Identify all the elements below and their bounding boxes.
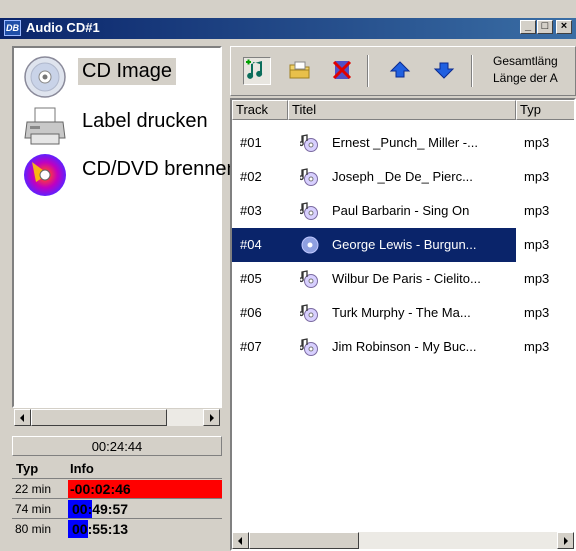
track-title: Ernest _Punch_ Miller -... xyxy=(332,135,478,150)
audio-file-icon xyxy=(300,338,318,356)
track-list: Track Titel Typ #01 Ernest _Punch_ Mille… xyxy=(230,98,576,551)
audio-file-icon xyxy=(300,270,318,288)
capacity-row: 74 min 00:49:57 xyxy=(12,498,222,518)
nav-item-cd-image[interactable]: CD Image xyxy=(14,50,220,98)
maximize-button[interactable]: □ xyxy=(537,20,553,34)
audio-file-icon xyxy=(300,134,318,152)
nav-item-label: CD Image xyxy=(78,58,177,85)
arrow-right-icon xyxy=(210,414,214,422)
track-type: mp3 xyxy=(524,305,550,320)
column-header-info: Info xyxy=(70,461,94,476)
scroll-right-button[interactable] xyxy=(557,532,574,549)
total-time: 00:24:44 xyxy=(12,436,222,456)
move-up-icon xyxy=(389,61,411,78)
track-number: #05 xyxy=(240,271,262,286)
track-type: mp3 xyxy=(524,135,550,150)
table-row[interactable]: #03 Paul Barbarin - Sing On mp3 xyxy=(232,194,574,228)
total-length-info: Gesamtläng Länge der A xyxy=(493,53,558,87)
move-down-button[interactable] xyxy=(431,57,459,85)
toolbar: Gesamtläng Länge der A xyxy=(230,46,576,96)
track-title: George Lewis - Burgun... xyxy=(288,228,516,262)
track-number: #02 xyxy=(240,169,262,184)
arrow-left-icon xyxy=(20,414,24,422)
scroll-thumb[interactable] xyxy=(249,532,359,549)
audio-file-icon xyxy=(300,202,318,220)
track-number: #01 xyxy=(240,135,262,150)
table-row[interactable]: #02 Joseph _De De_ Pierc... mp3 xyxy=(232,160,574,194)
track-title: Wilbur De Paris - Cielito... xyxy=(332,271,481,286)
toolbar-separator xyxy=(471,55,473,87)
toolbar-separator xyxy=(367,55,369,87)
capacity-row: 22 min -00:02:46 xyxy=(12,478,222,498)
app-icon[interactable]: DB xyxy=(4,20,21,36)
open-folder-icon xyxy=(289,61,310,79)
window-title: Audio CD#1 xyxy=(26,20,100,35)
delete-track-button[interactable] xyxy=(329,57,357,85)
audio-file-icon xyxy=(301,236,319,254)
nav-item-burn[interactable]: CD/DVD brennen xyxy=(14,148,238,196)
nav-list: CD Image Label drucken CD/DVD brennen xyxy=(12,46,238,408)
audio-file-icon xyxy=(300,168,318,186)
track-length-label: Länge der A xyxy=(493,71,558,85)
cd-disc-icon xyxy=(24,56,66,98)
total-length-label: Gesamtläng xyxy=(493,54,558,68)
track-title: Turk Murphy - The Ma... xyxy=(332,305,471,320)
capacity-value: 00:55:13 xyxy=(72,521,129,537)
capacity-table: Typ Info 22 min -00:02:46 74 min 00:49:5… xyxy=(12,458,222,538)
close-button[interactable]: × xyxy=(556,20,572,34)
column-header-title[interactable]: Titel xyxy=(288,100,516,120)
add-track-button[interactable] xyxy=(243,57,271,85)
title-bar[interactable]: DB Audio CD#1 _ □ × xyxy=(0,18,576,39)
burn-disc-icon xyxy=(24,154,66,196)
minimize-button[interactable]: _ xyxy=(520,20,536,34)
track-type: mp3 xyxy=(524,271,550,286)
open-folder-button[interactable] xyxy=(287,57,315,85)
table-row[interactable]: #06 Turk Murphy - The Ma... mp3 xyxy=(232,296,574,330)
nav-item-label: CD/DVD brennen xyxy=(82,158,238,180)
nav-horizontal-scrollbar[interactable] xyxy=(14,409,220,426)
arrow-left-icon xyxy=(238,537,242,545)
arrow-right-icon xyxy=(564,537,568,545)
capacity-table-header: Typ Info xyxy=(12,458,222,478)
track-title: Jim Robinson - My Buc... xyxy=(332,339,477,354)
table-row[interactable]: #01 Ernest _Punch_ Miller -... mp3 xyxy=(232,126,574,160)
track-number: #04 xyxy=(232,228,288,262)
capacity-type: 74 min xyxy=(15,502,52,516)
move-up-button[interactable] xyxy=(387,57,415,85)
nav-item-label: Label drucken xyxy=(82,110,208,132)
track-type: mp3 xyxy=(524,237,550,252)
track-type: mp3 xyxy=(524,169,550,184)
audio-file-icon xyxy=(300,304,318,322)
capacity-bar: -00:02:46 xyxy=(68,480,222,498)
capacity-value: 00:49:57 xyxy=(72,501,129,517)
nav-item-label-print[interactable]: Label drucken xyxy=(14,100,220,148)
printer-icon xyxy=(24,107,66,145)
track-number: #07 xyxy=(240,339,262,354)
capacity-row: 80 min 00:55:13 xyxy=(12,518,222,538)
table-row[interactable]: #07 Jim Robinson - My Buc... mp3 xyxy=(232,330,574,364)
delete-track-icon xyxy=(332,60,352,80)
scroll-thumb[interactable] xyxy=(31,409,167,426)
column-header-track[interactable]: Track xyxy=(232,100,288,120)
table-row[interactable]: #04 George Lewis - Burgun... mp3 xyxy=(232,228,574,262)
column-header-type[interactable]: Typ xyxy=(516,100,574,120)
track-type: mp3 xyxy=(524,203,550,218)
move-down-icon xyxy=(433,62,455,79)
scroll-left-button[interactable] xyxy=(14,409,31,426)
column-header-typ: Typ xyxy=(16,461,39,476)
tracklist-horizontal-scrollbar[interactable] xyxy=(232,532,574,549)
track-number: #03 xyxy=(240,203,262,218)
scroll-left-button[interactable] xyxy=(232,532,249,549)
track-type: mp3 xyxy=(524,339,550,354)
track-title: Joseph _De De_ Pierc... xyxy=(332,169,473,184)
track-title: Paul Barbarin - Sing On xyxy=(332,203,470,218)
add-track-icon xyxy=(246,59,263,79)
scroll-right-button[interactable] xyxy=(203,409,220,426)
capacity-type: 80 min xyxy=(15,522,52,536)
capacity-type: 22 min xyxy=(15,482,52,496)
track-number: #06 xyxy=(240,305,262,320)
table-row[interactable]: #05 Wilbur De Paris - Cielito... mp3 xyxy=(232,262,574,296)
